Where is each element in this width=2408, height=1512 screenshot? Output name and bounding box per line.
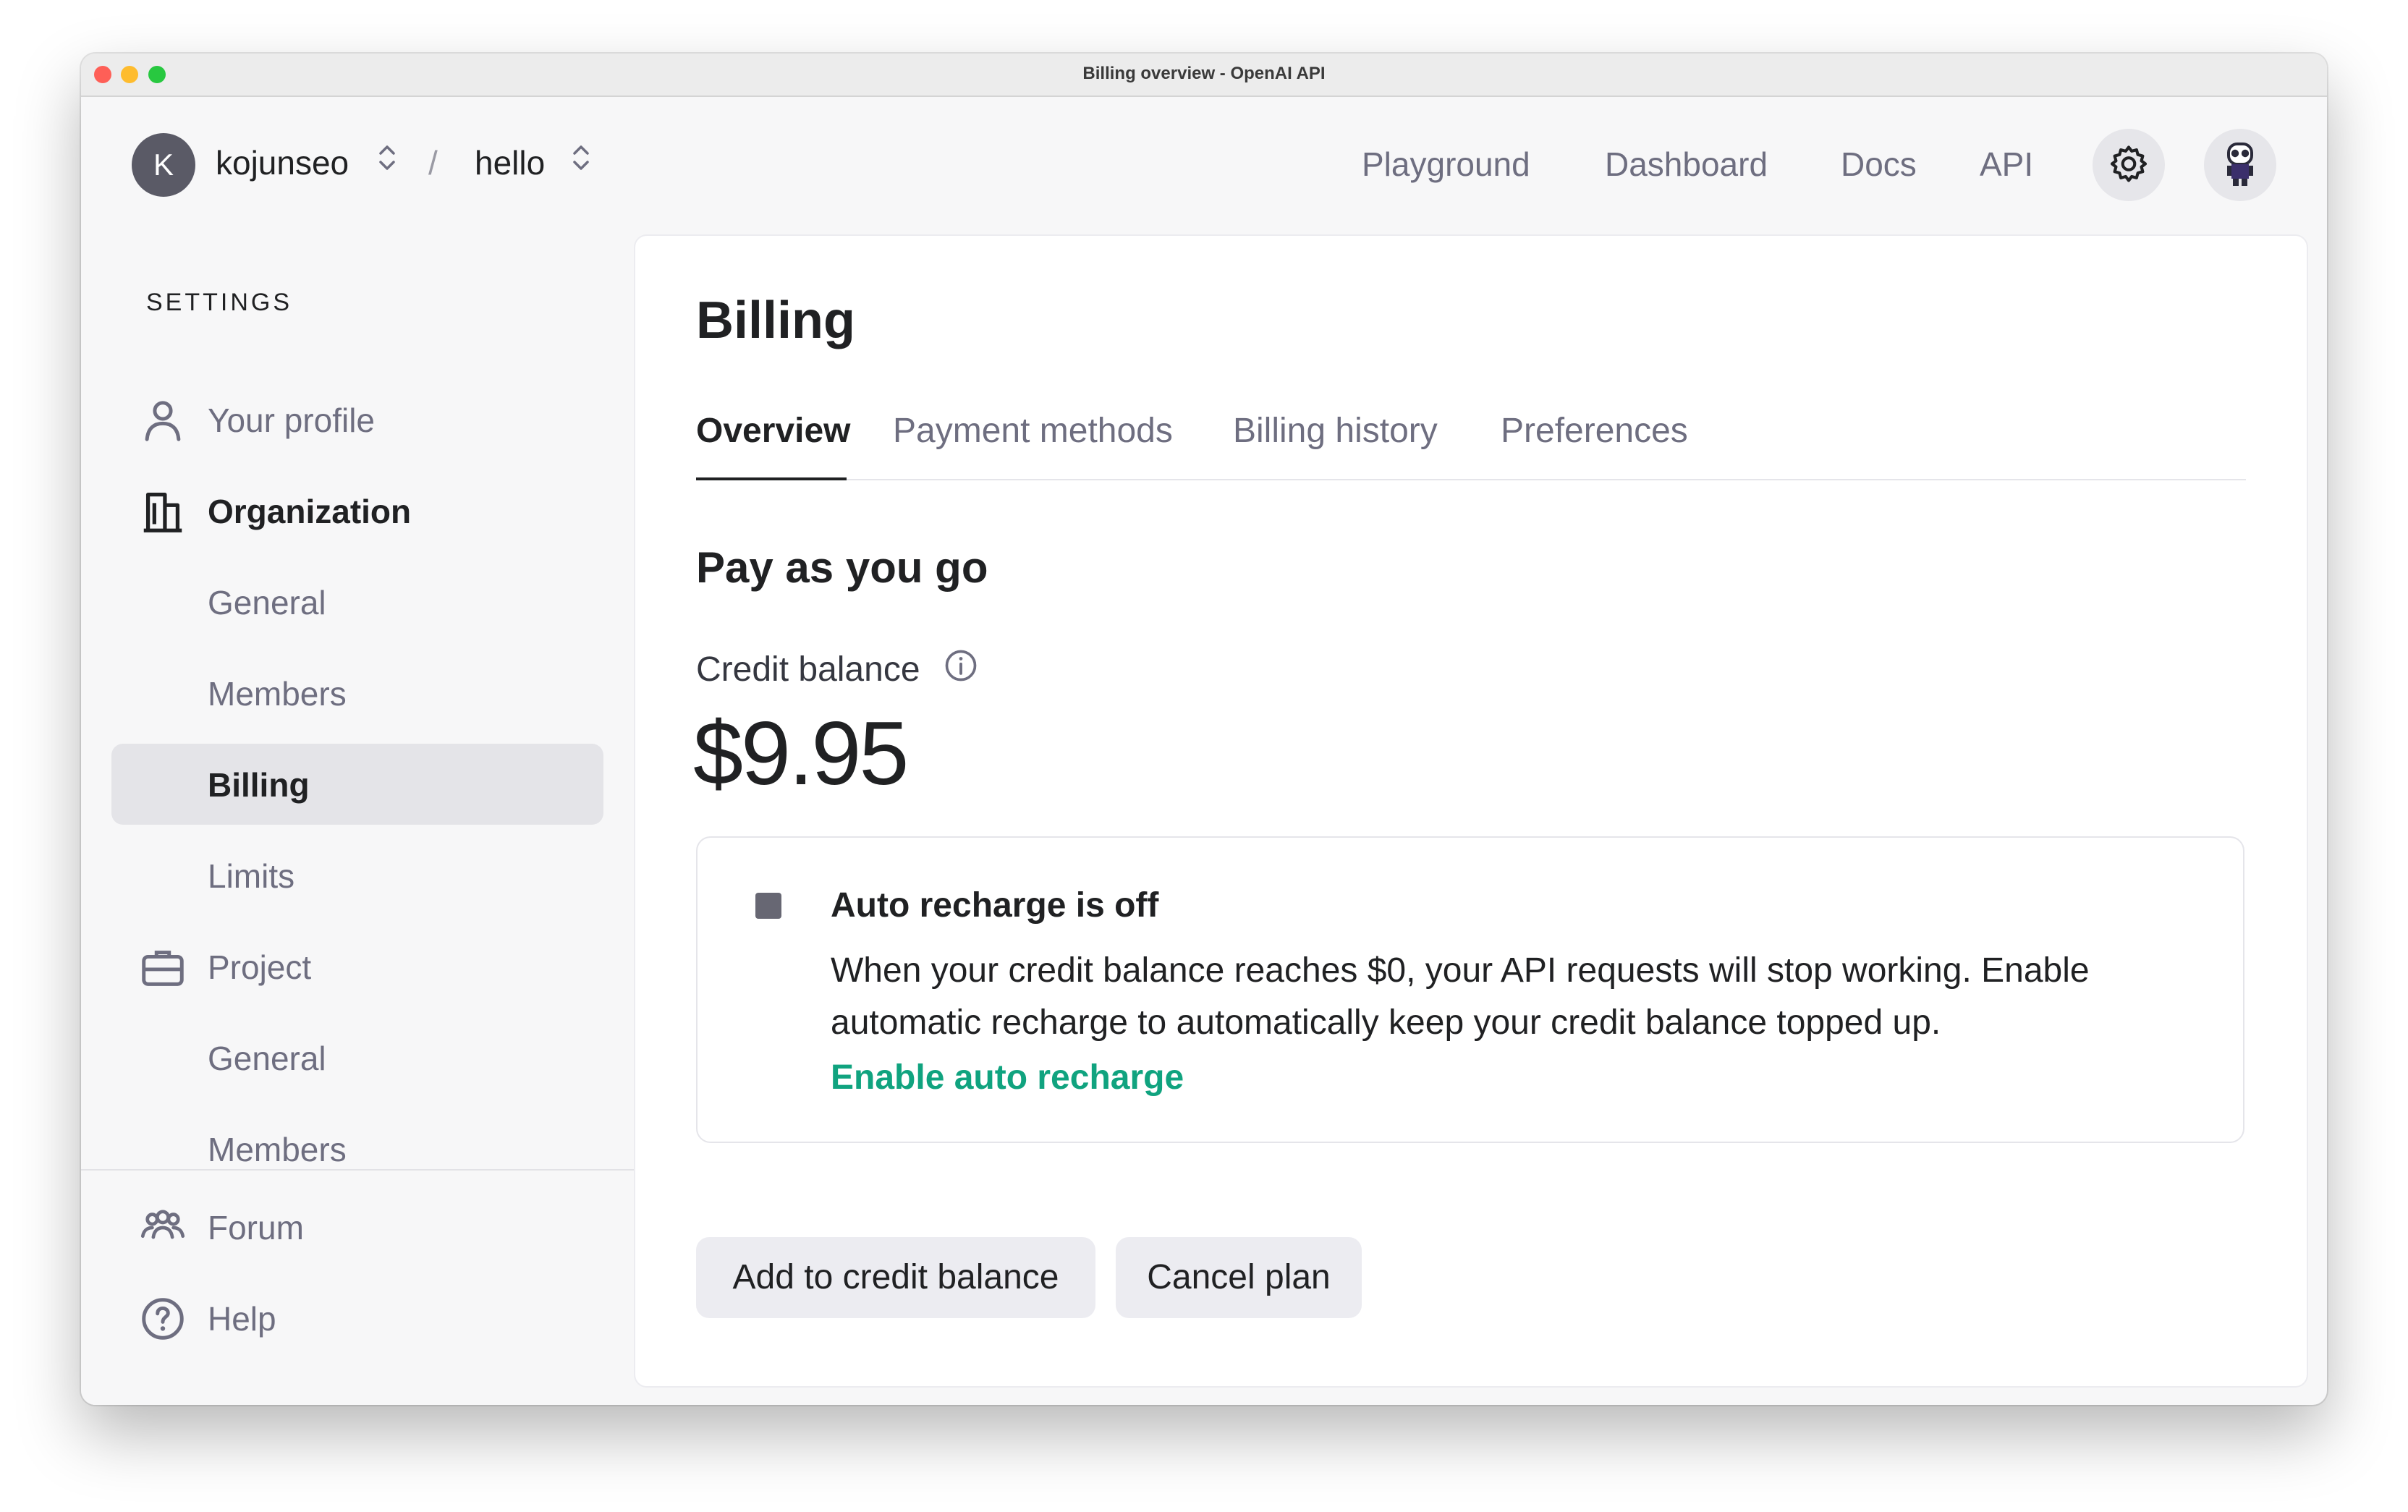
sidebar-item-org-members[interactable]: Members (208, 674, 347, 713)
tab-preferences[interactable]: Preferences (1501, 411, 1688, 451)
sidebar-item-project-general[interactable]: General (208, 1039, 326, 1078)
person-icon (145, 401, 181, 441)
auto-recharge-notice: Auto recharge is off When your credit ba… (696, 836, 2244, 1143)
breadcrumb-separator: / (428, 144, 438, 182)
add-credit-balance-button[interactable]: Add to credit balance (696, 1237, 1095, 1318)
building-icon (143, 493, 182, 532)
nav-api[interactable]: API (1980, 145, 2033, 184)
org-avatar[interactable]: K (132, 133, 195, 197)
sidebar-item-project-members[interactable]: Members (208, 1130, 347, 1169)
status-square-icon (755, 893, 781, 919)
sidebar-item-project[interactable]: Project (208, 948, 311, 987)
chevron-up-down-icon[interactable] (376, 136, 398, 179)
tab-payment-methods[interactable]: Payment methods (893, 411, 1173, 451)
user-avatar[interactable] (2204, 129, 2276, 201)
settings-heading: SETTINGS (146, 289, 293, 316)
enable-auto-recharge-link[interactable]: Enable auto recharge (831, 1058, 1184, 1097)
people-icon (140, 1210, 185, 1239)
sidebar-item-org-general[interactable]: General (208, 583, 326, 622)
gear-icon (2110, 145, 2148, 182)
billing-card: Billing Overview Payment methods Billing… (634, 234, 2308, 1388)
sidebar-item-help[interactable]: Help (208, 1299, 276, 1338)
nav-playground[interactable]: Playground (1362, 145, 1530, 184)
chevron-up-down-icon[interactable] (570, 136, 592, 179)
nav-dashboard[interactable]: Dashboard (1605, 145, 1768, 184)
credit-balance-label: Credit balance (696, 650, 920, 689)
briefcase-icon (142, 951, 184, 986)
app-window: Billing overview - OpenAI API K kojunseo… (81, 54, 2327, 1405)
page-title: Billing (696, 292, 855, 349)
active-tab-indicator (696, 477, 847, 480)
org-switcher[interactable]: kojunseo (216, 143, 349, 182)
notice-title: Auto recharge is off (831, 886, 1159, 925)
sidebar-item-limits[interactable]: Limits (208, 857, 294, 896)
notice-body: When your credit balance reaches $0, you… (831, 951, 2090, 1042)
project-switcher[interactable]: hello (475, 143, 545, 182)
help-icon (142, 1298, 184, 1340)
sidebar-item-forum[interactable]: Forum (208, 1208, 304, 1247)
settings-button[interactable] (2093, 129, 2165, 201)
tab-billing-history[interactable]: Billing history (1233, 411, 1438, 451)
title-bar: Billing overview - OpenAI API (81, 54, 2327, 97)
sidebar-item-organization[interactable]: Organization (208, 492, 411, 531)
nav-docs[interactable]: Docs (1841, 145, 1917, 184)
sidebar-active-highlight (111, 744, 603, 825)
plan-heading: Pay as you go (696, 543, 988, 592)
pixel-character-icon (2227, 143, 2253, 186)
credit-balance-value: $9.95 (693, 704, 909, 804)
info-icon[interactable] (942, 647, 980, 684)
sidebar-item-your-profile[interactable]: Your profile (208, 401, 375, 440)
window-title: Billing overview - OpenAI API (1082, 64, 1326, 83)
cancel-plan-button[interactable]: Cancel plan (1116, 1237, 1362, 1318)
tabs-divider (696, 479, 2246, 480)
sidebar-item-billing[interactable]: Billing (208, 765, 310, 804)
tab-overview[interactable]: Overview (696, 411, 850, 451)
